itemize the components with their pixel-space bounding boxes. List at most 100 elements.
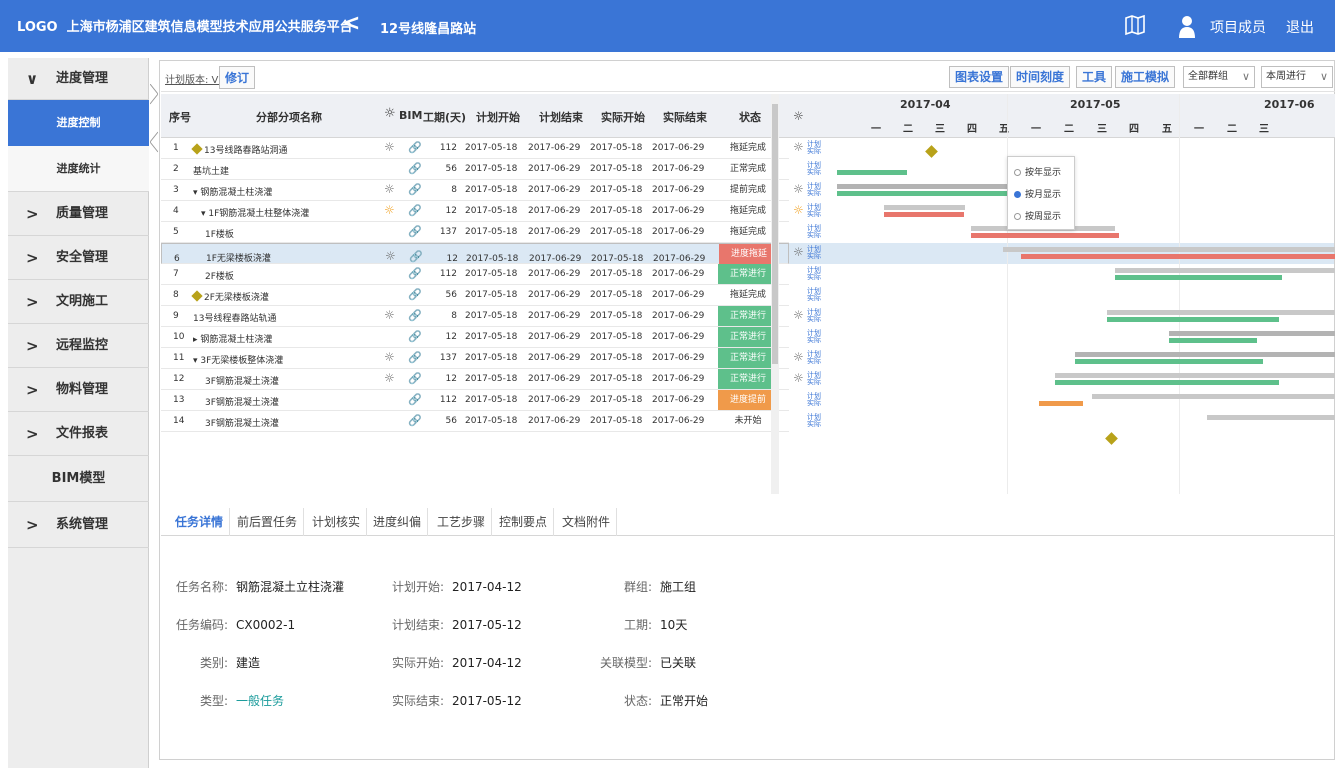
sidebar-subitem-progress-stats[interactable]: 进度统计 [8,146,149,192]
sun-icon[interactable]: ☼ [384,350,395,364]
tab-control-points[interactable]: 控制要点 [493,508,555,536]
table-row[interactable]: 12 3F钢筋混凝土浇灌 ☼ 🔗 12 2017-05-18 2017-06-29 2017-… [161,369,789,390]
tab-task-detail[interactable]: 任务详情 [169,508,231,536]
actual-bar[interactable] [837,170,907,175]
bim-link-icon[interactable]: 🔗 [408,141,422,154]
milestone-diamond-icon[interactable] [1105,432,1118,445]
plan-bar[interactable] [1003,247,1335,252]
sidebar-item-reports[interactable]: > 文件报表 [8,412,149,456]
time-scale-button[interactable]: 时间刻度 [1010,66,1071,88]
tab-progress-correction[interactable]: 进度纠偏 [367,508,429,536]
bim-link-icon[interactable]: 🔗 [408,267,422,280]
sun-icon[interactable]: ☼ [384,203,395,217]
table-row[interactable]: 7 2F楼板 🔗 112 2017-05-18 2017-06-29 2017-05-18 2… [161,264,789,285]
sidebar-subitem-progress-control[interactable]: 进度控制 [8,100,149,146]
table-row[interactable]: 1 13号线路春路站洞通 ☼ 🔗 112 2017-05-18 2017-06-29 2017… [161,138,789,159]
field-value-link[interactable]: 一般任务 [236,694,284,708]
tab-process-steps[interactable]: 工艺步骤 [431,508,493,536]
chart-settings-button[interactable]: 图表设置 [949,66,1010,88]
grid-scrollbar[interactable] [771,94,779,494]
scale-option-year[interactable]: 按年显示 [1014,165,1061,178]
plan-bar[interactable] [1115,268,1335,273]
plan-bar[interactable] [1075,352,1335,357]
tab-predecessors[interactable]: 前后置任务 [231,508,305,536]
table-row[interactable]: 3 ▾ 钢筋混凝土柱浇灌 ☼ 🔗 8 2017-05-18 2017-06-29 2017-0… [161,180,789,201]
bim-link-icon[interactable]: 🔗 [408,372,422,385]
bim-link-icon[interactable]: 🔗 [408,414,422,427]
back-chevron-icon[interactable]: < [342,13,360,35]
table-row[interactable]: 5 1F楼板 🔗 137 2017-05-18 2017-06-29 2017-05-18 2… [161,222,789,243]
scale-option-month[interactable]: 按月显示 [1014,187,1061,200]
tools-button[interactable]: 工具 [1076,66,1113,88]
sidebar-item-civilized[interactable]: > 文明施工 [8,280,149,324]
table-row[interactable]: 6 1F无梁楼板浇灌 ☼ 🔗 12 2017-05-18 2017-06-29 2017-05… [161,243,789,264]
plan-bar[interactable] [1107,310,1335,315]
table-row[interactable]: 8 2F无梁楼板浇灌 🔗 56 2017-05-18 2017-06-29 2017-05-… [161,285,789,306]
project-members-link[interactable]: 项目成员 [1210,17,1266,37]
actual-bar[interactable] [1021,254,1335,259]
actual-bar[interactable] [1107,317,1279,322]
map-icon[interactable] [1124,14,1146,36]
sun-icon[interactable]: ☼ [793,245,804,259]
revise-button[interactable]: 修订 [219,66,256,89]
plan-bar[interactable] [1092,394,1335,399]
sun-icon[interactable]: ☼ [384,308,395,322]
actual-bar[interactable] [1075,359,1263,364]
sidebar-item-bim[interactable]: BIM模型 [8,456,149,502]
sun-icon[interactable]: ☼ [793,371,804,385]
bim-link-icon[interactable]: 🔗 [408,183,422,196]
plan-bar[interactable] [1055,373,1335,378]
sidebar-item-materials[interactable]: > 物料管理 [8,368,149,412]
tab-attachments[interactable]: 文档附件 [556,508,618,536]
bim-link-icon[interactable]: 🔗 [408,204,422,217]
plan-bar[interactable] [1207,415,1335,420]
bim-link-icon[interactable]: 🔗 [408,309,422,322]
week-select[interactable]: 本周进行 ∨ [1261,66,1333,88]
bim-link-icon[interactable]: 🔗 [408,162,422,175]
table-row[interactable]: 14 3F钢筋混凝土浇灌 🔗 56 2017-05-18 2017-06-29 2017-0… [161,411,789,432]
sidebar-item-remote[interactable]: > 远程监控 [8,324,149,368]
actual-bar[interactable] [1055,380,1279,385]
table-row[interactable]: 11 ▾ 3F无梁楼板整体浇灌 ☼ 🔗 137 2017-05-18 2017-06-29 2… [161,348,789,369]
group-select[interactable]: 全部群组 ∨ [1183,66,1255,88]
actual-bar[interactable] [1115,275,1282,280]
sun-icon[interactable]: ☼ [385,246,396,266]
plan-bar[interactable] [1169,331,1335,336]
actual-bar[interactable] [971,233,1119,238]
cell-actual-start: 2017-05-18 [590,206,643,216]
actual-bar[interactable] [1039,401,1083,406]
sidebar-item-system[interactable]: > 系统管理 [8,502,149,548]
actual-bar[interactable] [884,212,964,217]
bim-link-icon[interactable]: 🔗 [408,225,422,238]
bim-link-icon[interactable]: 🔗 [408,288,422,301]
sun-icon[interactable]: ☼ [793,140,804,154]
sidebar-item-progress[interactable]: ∨ 进度管理 [8,58,149,100]
sidebar-item-safety[interactable]: > 安全管理 [8,236,149,280]
sun-icon[interactable]: ☼ [384,371,395,385]
simulate-button[interactable]: 施工模拟 [1115,66,1176,88]
tab-plan-verify[interactable]: 计划核实 [306,508,368,536]
sun-icon[interactable]: ☼ [793,350,804,364]
table-row[interactable]: 13 3F钢筋混凝土浇灌 🔗 112 2017-05-18 2017-06-29 2017-… [161,390,789,411]
sun-icon[interactable]: ☼ [384,140,395,154]
scale-option-week[interactable]: 按周显示 [1014,209,1061,222]
table-row[interactable]: 9 13号线程春路站轨通 ☼ 🔗 8 2017-05-18 2017-06-29 2017-0… [161,306,789,327]
table-row[interactable]: 10 ▸ 钢筋混凝土柱浇灌 🔗 12 2017-05-18 2017-06-29 2017-… [161,327,789,348]
bim-link-icon[interactable]: 🔗 [408,351,422,364]
scrollbar-thumb[interactable] [772,104,778,364]
sun-icon[interactable]: ☼ [793,203,804,217]
sidebar-item-quality[interactable]: > 质量管理 [8,192,149,236]
milestone-diamond-icon[interactable] [925,145,938,158]
logout-link[interactable]: 退出 [1286,17,1314,37]
sun-icon[interactable]: ☼ [793,308,804,322]
col-status: 状态 [739,111,761,124]
sun-icon[interactable]: ☼ [384,182,395,196]
actual-bar[interactable] [1169,338,1257,343]
bim-link-icon[interactable]: 🔗 [408,393,422,406]
sun-icon[interactable]: ☼ [793,182,804,196]
plan-bar[interactable] [884,205,965,210]
table-row[interactable]: 2 基坑土建 🔗 56 2017-05-18 2017-06-29 2017-05-18 20… [161,159,789,180]
table-row[interactable]: 4 ▾ 1F钢筋混凝土柱整体浇灌 ☼ 🔗 12 2017-05-18 2017-06-29 2… [161,201,789,222]
user-icon[interactable] [1176,14,1198,38]
bim-link-icon[interactable]: 🔗 [408,330,422,343]
